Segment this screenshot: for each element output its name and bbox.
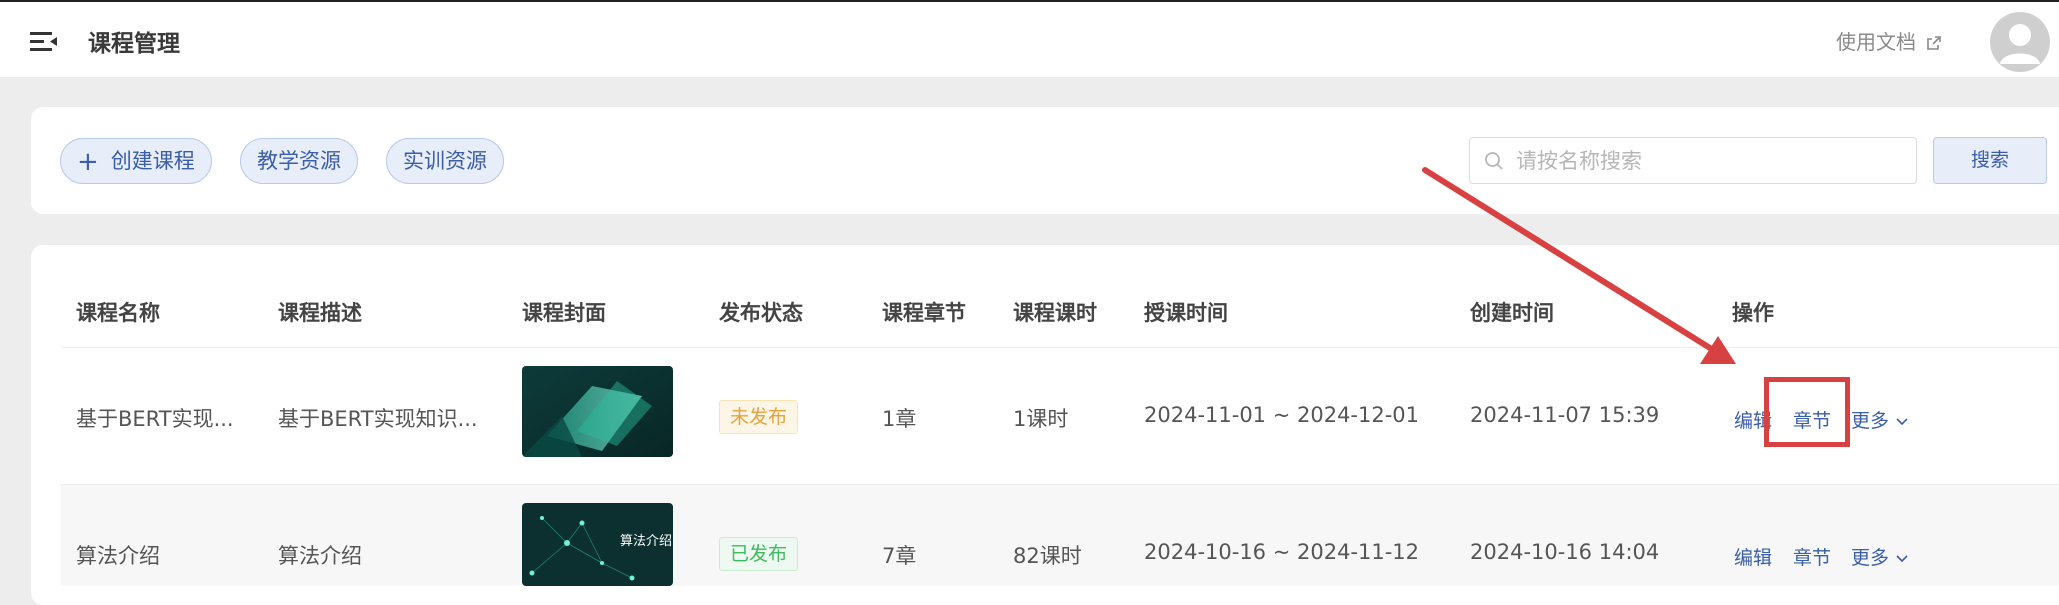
lesson-hours: 82课时 xyxy=(1013,544,1082,568)
cover-title: 算法介绍 xyxy=(620,534,672,549)
teaching-time: 2024-10-16 ~ 2024-11-12 xyxy=(1144,540,1420,564)
course-name[interactable]: 算法介绍 xyxy=(76,540,246,570)
edit-button[interactable]: 编辑 xyxy=(1734,543,1772,570)
teaching-time: 2024-11-01 ~ 2024-12-01 xyxy=(1144,403,1420,427)
annotation-highlight-box xyxy=(1764,377,1850,447)
column-header-status: 发布状态 xyxy=(719,301,803,325)
chapter-button[interactable]: 章节 xyxy=(1793,543,1831,570)
menu-fold-icon[interactable] xyxy=(30,30,60,54)
column-header-cover: 课程封面 xyxy=(522,301,606,325)
training-resources-button[interactable]: 实训资源 xyxy=(386,138,504,184)
status-badge: 未发布 xyxy=(719,400,799,434)
course-name[interactable]: 基于BERT实现... xyxy=(76,403,246,433)
chapter-count: 7章 xyxy=(882,544,917,568)
column-header-name: 课程名称 xyxy=(76,301,160,325)
page-title: 课程管理 xyxy=(88,31,180,57)
chevron-down-icon xyxy=(1895,547,1909,569)
plus-icon: + xyxy=(77,147,99,177)
search-icon xyxy=(1484,151,1504,175)
lesson-hours: 1课时 xyxy=(1013,407,1069,431)
search-input[interactable] xyxy=(1516,138,1906,183)
course-cover-image xyxy=(522,366,673,457)
docs-link[interactable]: 使用文档 xyxy=(1836,26,1942,56)
course-description: 基于BERT实现知识... xyxy=(278,407,478,431)
column-header-chapters: 课程章节 xyxy=(882,301,966,325)
create-course-button[interactable]: + 创建课程 xyxy=(60,138,212,184)
create-course-label: 创建课程 xyxy=(110,149,195,173)
course-description: 算法介绍 xyxy=(278,544,362,568)
search-button[interactable]: 搜索 xyxy=(1933,137,2047,184)
status-badge: 已发布 xyxy=(719,537,799,571)
column-header-teaching-time: 授课时间 xyxy=(1144,301,1228,325)
more-label: 更多 xyxy=(1851,410,1890,432)
more-label: 更多 xyxy=(1851,547,1890,569)
search-input-wrapper[interactable] xyxy=(1469,137,1917,184)
user-avatar-icon[interactable] xyxy=(1990,12,2050,72)
more-dropdown[interactable]: 更多 xyxy=(1851,406,1909,433)
column-header-actions: 操作 xyxy=(1732,301,1774,325)
created-time: 2024-10-16 14:04 xyxy=(1470,540,1660,564)
column-header-description: 课程描述 xyxy=(278,301,362,325)
table-row-background xyxy=(61,485,2059,586)
external-link-icon xyxy=(1926,32,1942,56)
top-bar: 课程管理 使用文档 xyxy=(0,0,2059,77)
column-header-hours: 课程课时 xyxy=(1013,301,1097,325)
header-divider xyxy=(61,347,2059,348)
chapter-count: 1章 xyxy=(882,407,917,431)
chevron-down-icon xyxy=(1895,410,1909,432)
column-header-created-time: 创建时间 xyxy=(1470,301,1554,325)
course-cover-image: 算法介绍 xyxy=(522,503,673,586)
docs-link-label: 使用文档 xyxy=(1836,30,1916,54)
teaching-resources-button[interactable]: 教学资源 xyxy=(240,138,358,184)
more-dropdown[interactable]: 更多 xyxy=(1851,543,1909,570)
created-time: 2024-11-07 15:39 xyxy=(1470,403,1660,427)
